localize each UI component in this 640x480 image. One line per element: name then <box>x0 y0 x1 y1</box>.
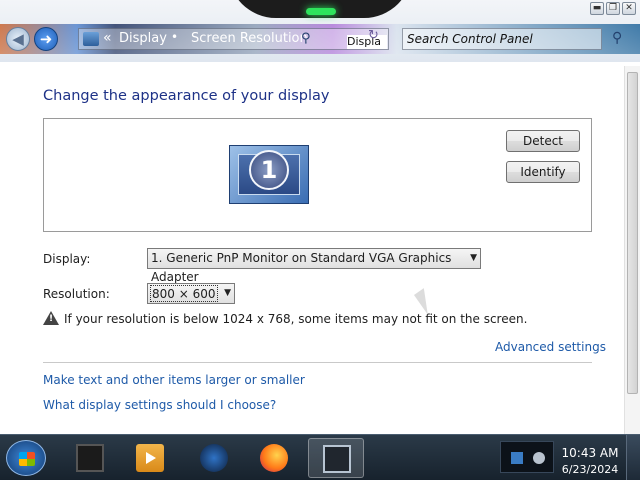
start-button[interactable] <box>6 440 46 476</box>
system-tray[interactable] <box>500 441 554 473</box>
refresh-icon[interactable]: ↻ <box>368 28 379 43</box>
firefox-icon <box>260 444 288 472</box>
advanced-settings-link[interactable]: Advanced settings <box>495 340 606 354</box>
search-icon[interactable]: ⚲ <box>612 30 622 46</box>
resolution-dropdown[interactable]: 800 × 600 ▼ <box>147 283 235 304</box>
windows-logo-icon <box>19 452 35 466</box>
resolution-dropdown-value: 800 × 600 <box>150 285 218 302</box>
scrollbar-thumb[interactable] <box>627 72 638 394</box>
breadcrumb-display[interactable]: Display <box>119 31 167 46</box>
text-size-link[interactable]: Make text and other items larger or smal… <box>43 373 305 387</box>
navigation-bar: ◀ ➜ « Display • Screen Resolution ⚲ Disp… <box>0 24 640 54</box>
identify-button[interactable]: Identify <box>506 161 580 183</box>
close-button[interactable]: ✕ <box>622 2 636 15</box>
vertical-scrollbar[interactable] <box>624 66 640 434</box>
title-bar: ▬ ❐ ✕ ◀ ➜ « Display • Screen Resolution … <box>0 0 640 62</box>
display-label: Display: <box>43 252 91 266</box>
display-dropdown[interactable]: 1. Generic PnP Monitor on Standard VGA G… <box>147 248 481 284</box>
taskbar-item-globe-app[interactable] <box>186 438 242 478</box>
address-overflow-text: Displa <box>347 35 387 49</box>
taskbar-item-display-app[interactable] <box>62 438 118 478</box>
volume-icon[interactable] <box>533 452 545 464</box>
chevron-left-icon[interactable]: « <box>103 30 112 46</box>
search-icon: ⚲ <box>301 31 311 46</box>
restore-button[interactable]: ❐ <box>606 2 620 15</box>
taskbar-item-screen-resolution[interactable] <box>308 438 364 478</box>
display-settings-icon <box>323 445 351 473</box>
search-input[interactable]: Search Control Panel <box>402 28 602 50</box>
taskbar-item-firefox[interactable] <box>246 438 302 478</box>
minimize-button[interactable]: ▬ <box>590 2 604 15</box>
detect-button[interactable]: Detect <box>506 130 580 152</box>
taskbar: 10:43 AM 6/23/2024 <box>0 434 640 480</box>
breadcrumb-separator: • <box>171 30 179 44</box>
globe-icon <box>200 444 228 472</box>
play-icon <box>146 452 156 464</box>
section-divider <box>43 362 592 363</box>
network-icon[interactable] <box>511 452 523 464</box>
warning-exclamation-icon: ! <box>49 314 54 324</box>
resolution-warning-text: If your resolution is below 1024 x 768, … <box>64 312 528 326</box>
display-help-link[interactable]: What display settings should I choose? <box>43 398 276 412</box>
resolution-label: Resolution: <box>43 287 110 301</box>
clock-date[interactable]: 6/23/2024 <box>560 463 620 476</box>
control-panel-folder-icon <box>83 32 99 46</box>
chevron-down-icon: ▼ <box>224 288 231 298</box>
page-title: Change the appearance of your display <box>43 88 330 104</box>
monitor-icon <box>76 444 104 472</box>
taskbar-item-media-player[interactable] <box>122 438 178 478</box>
address-bar[interactable]: « Display • Screen Resolution ⚲ Displa <box>78 28 389 50</box>
show-desktop-button[interactable] <box>626 435 640 480</box>
monitor-number-badge: 1 <box>249 150 289 190</box>
clock-time[interactable]: 10:43 AM <box>560 446 620 460</box>
breadcrumb-screen-resolution[interactable]: Screen Resolution <box>191 31 308 46</box>
chevron-down-icon: ▼ <box>470 253 477 263</box>
forward-button[interactable]: ➜ <box>34 27 58 51</box>
back-button[interactable]: ◀ <box>6 27 30 51</box>
camera-light <box>306 8 336 15</box>
